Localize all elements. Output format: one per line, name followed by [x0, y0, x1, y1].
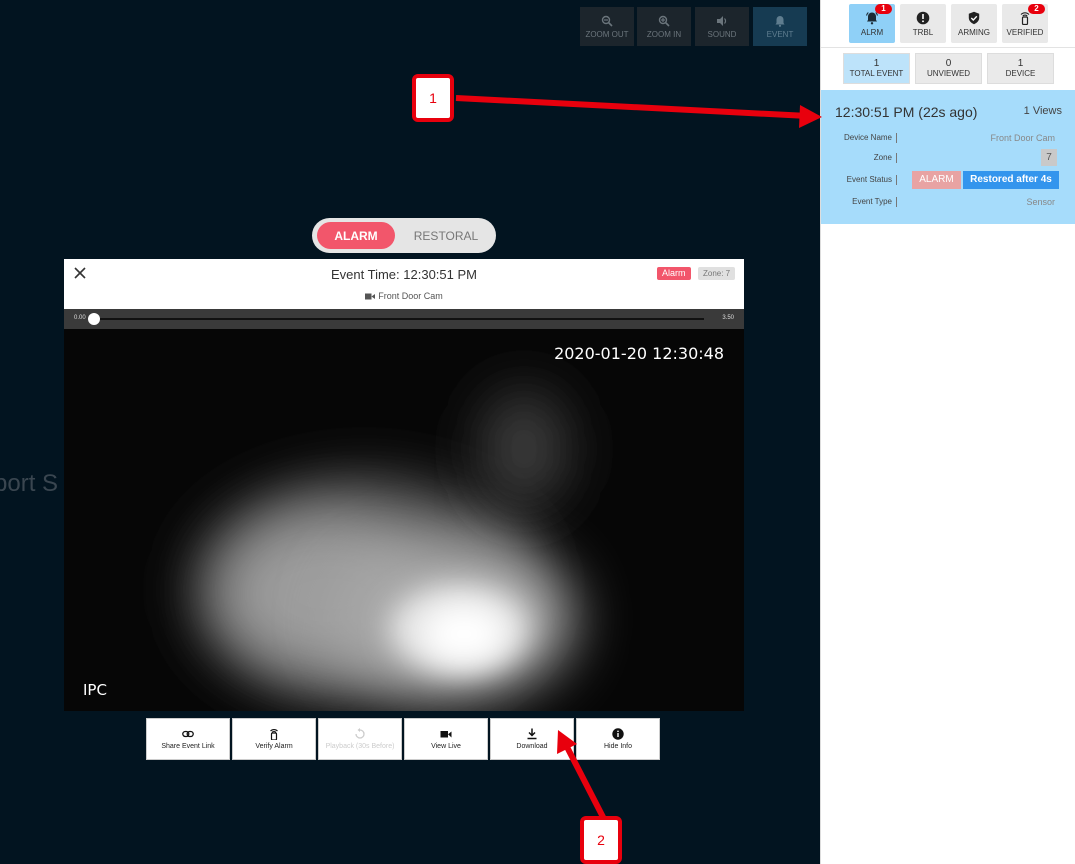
- event-time: Event Time: 12:30:51 PM: [331, 267, 477, 282]
- stat-device[interactable]: 1 DEVICE: [987, 53, 1054, 84]
- stat-total-event[interactable]: 1 TOTAL EVENT: [843, 53, 910, 84]
- playback-scrubber[interactable]: 0.00 3.50: [64, 309, 744, 329]
- scrub-end-time: 3.50: [722, 315, 734, 321]
- tab-verified-label: VERIFIED: [1006, 28, 1044, 37]
- status-alarm-badge: ALARM: [912, 171, 961, 189]
- video-watermark: IPC: [83, 681, 107, 699]
- tab-trbl[interactable]: TRBL: [900, 4, 946, 43]
- zone-value: 7: [1041, 149, 1057, 166]
- toggle-alarm[interactable]: ALARM: [317, 222, 395, 249]
- share-event-link-label: Share Event Link: [161, 743, 215, 750]
- hide-info-button[interactable]: Hide Info: [576, 718, 660, 760]
- alarm-badge: Alarm: [657, 267, 691, 280]
- video-timestamp: 2020-01-20 12:30:48: [554, 344, 724, 363]
- zone-badge: Zone: 7: [698, 267, 736, 280]
- stat-device-value: 1: [1017, 58, 1024, 69]
- camera-video[interactable]: 2020-01-20 12:30:48 IPC: [64, 329, 744, 711]
- device-name: Front Door Cam: [378, 291, 443, 301]
- tab-arming-label: ARMING: [958, 28, 990, 37]
- zoom-in-label: ZOOM IN: [646, 30, 682, 39]
- stat-unviewed-value: 0: [945, 58, 952, 69]
- scrub-handle[interactable]: [88, 313, 100, 325]
- status-restored-badge: Restored after 4s: [963, 171, 1059, 189]
- video-camera-icon: [440, 731, 452, 738]
- event-card[interactable]: 12:30:51 PM (22s ago) 1 Views Device Nam…: [821, 90, 1075, 224]
- zone-label: Zone: [821, 153, 897, 163]
- stat-total-value: 1: [873, 58, 880, 69]
- speaker-icon: [717, 16, 727, 26]
- zoom-out-icon: [601, 15, 613, 27]
- playback-button[interactable]: Playback (30s Before): [318, 718, 402, 760]
- event-dialog-header: Event Time: 12:30:51 PM Front Door Cam A…: [64, 259, 744, 309]
- hide-info-label: Hide Info: [603, 743, 633, 750]
- verify-icon: [270, 729, 278, 740]
- zoom-in-button[interactable]: ZOOM IN: [637, 7, 691, 46]
- view-live-label: View Live: [431, 743, 461, 750]
- device-name-label: Device Name: [821, 133, 897, 143]
- view-live-button[interactable]: View Live: [404, 718, 488, 760]
- event-card-time: 12:30:51 PM (22s ago): [835, 104, 978, 120]
- tab-trbl-label: TRBL: [912, 28, 934, 37]
- share-event-link-button[interactable]: Share Event Link: [146, 718, 230, 760]
- bell-icon: [775, 16, 785, 27]
- scrub-start-time: 0.00: [74, 315, 86, 321]
- event-type-value: Sensor: [1026, 197, 1055, 207]
- tab-verified[interactable]: VERIFIED 2: [1002, 4, 1048, 43]
- download-icon: [527, 728, 537, 740]
- stat-unviewed[interactable]: 0 UNVIEWED: [915, 53, 982, 84]
- video-camera-icon: [365, 293, 376, 300]
- callout-1: 1: [412, 74, 454, 122]
- alarm-restoral-toggle: ALARM RESTORAL: [312, 218, 496, 253]
- background-text: port S: [0, 470, 59, 497]
- event-button[interactable]: EVENT: [753, 7, 807, 46]
- verify-alarm-button[interactable]: Verify Alarm: [232, 718, 316, 760]
- scrub-track[interactable]: [94, 318, 704, 320]
- video-frame: [64, 329, 744, 711]
- toggle-restoral[interactable]: RESTORAL: [402, 222, 490, 249]
- zoom-in-icon: [658, 15, 670, 27]
- zoom-out-button[interactable]: ZOOM OUT: [580, 7, 634, 46]
- event-stage: port S ZOOM OUT ZOOM IN SOUND EVENT ALAR…: [0, 0, 820, 864]
- tab-alrm[interactable]: ALRM 1: [849, 4, 895, 43]
- stat-unviewed-label: UNVIEWED: [926, 69, 971, 78]
- stat-device-label: DEVICE: [1005, 69, 1036, 78]
- sound-label: SOUND: [707, 30, 737, 39]
- sound-button[interactable]: SOUND: [695, 7, 749, 46]
- zoom-out-label: ZOOM OUT: [585, 30, 629, 39]
- playback-label: Playback (30s Before): [325, 743, 395, 750]
- download-button[interactable]: Download: [490, 718, 574, 760]
- replay-icon: [355, 728, 365, 739]
- info-icon: [612, 728, 624, 740]
- link-icon: [182, 730, 194, 738]
- device-name-value: Front Door Cam: [990, 133, 1055, 143]
- verified-count-badge: 2: [1028, 4, 1045, 14]
- event-status-label: Event Status: [821, 175, 897, 185]
- tab-arming[interactable]: ARMING: [951, 4, 997, 43]
- shield-icon: [968, 11, 980, 25]
- event-card-views: 1 Views: [1023, 105, 1062, 117]
- callout-2: 2: [580, 816, 622, 864]
- event-label: EVENT: [766, 30, 794, 39]
- device-line: Front Door Cam: [64, 291, 744, 301]
- verify-alarm-label: Verify Alarm: [255, 743, 293, 750]
- stat-total-label: TOTAL EVENT: [849, 69, 904, 78]
- panel-divider: [821, 47, 1075, 48]
- tab-alrm-label: ALRM: [860, 28, 884, 37]
- event-type-label: Event Type: [821, 197, 897, 207]
- download-label: Download: [516, 743, 548, 750]
- trouble-icon: [916, 11, 930, 25]
- events-panel: ALRM 1 TRBL ARMING VERIFIED 2 1 TOTAL EV…: [820, 0, 1075, 864]
- alrm-count-badge: 1: [875, 4, 892, 14]
